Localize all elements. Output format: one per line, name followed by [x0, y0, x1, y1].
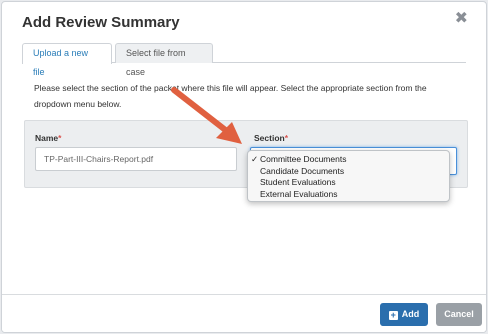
- name-label: Name*: [35, 133, 61, 143]
- required-marker: *: [58, 133, 62, 143]
- cancel-button[interactable]: Cancel: [436, 303, 482, 326]
- add-button-label: Add: [401, 309, 420, 319]
- tab-select-file-from-case[interactable]: Select file from case: [115, 43, 213, 77]
- close-icon[interactable]: ✖: [455, 11, 468, 27]
- add-review-summary-modal: Add Review Summary ✖ Upload a new file S…: [1, 1, 487, 333]
- dropdown-option-label: Committee Documents: [260, 154, 347, 164]
- instructions-text: Please select the section of the packet …: [34, 83, 427, 109]
- checkmark-icon: ✓: [251, 154, 259, 164]
- dropdown-option-student-evaluations[interactable]: Student Evaluations: [248, 177, 449, 189]
- modal-footer: + Add Cancel: [2, 294, 486, 332]
- dropdown-option-candidate-documents[interactable]: Candidate Documents: [248, 166, 449, 178]
- dropdown-option-label: Candidate Documents: [260, 165, 345, 176]
- required-marker: *: [284, 133, 289, 143]
- dropdown-option-label: Student Evaluations: [260, 177, 336, 187]
- section-label-text: Section: [254, 133, 285, 143]
- section-dropdown-menu: ✓ Committee Documents Candidate Document…: [247, 150, 450, 202]
- tab-upload-new-file[interactable]: Upload a new file: [22, 43, 112, 77]
- add-button[interactable]: + Add: [380, 303, 428, 326]
- dropdown-option-label: External Evaluations: [260, 188, 338, 199]
- name-input[interactable]: [35, 147, 237, 171]
- name-label-text: Name: [35, 133, 59, 143]
- dropdown-option-external-evaluations[interactable]: External Evaluations: [248, 189, 449, 201]
- modal-title: Add Review Summary: [22, 14, 180, 31]
- section-label: Section*: [254, 133, 288, 143]
- dropdown-option-committee-documents[interactable]: ✓ Committee Documents: [248, 154, 449, 166]
- tab-bar: Upload a new file Select file from case: [22, 43, 466, 77]
- plus-square-icon: +: [388, 310, 398, 320]
